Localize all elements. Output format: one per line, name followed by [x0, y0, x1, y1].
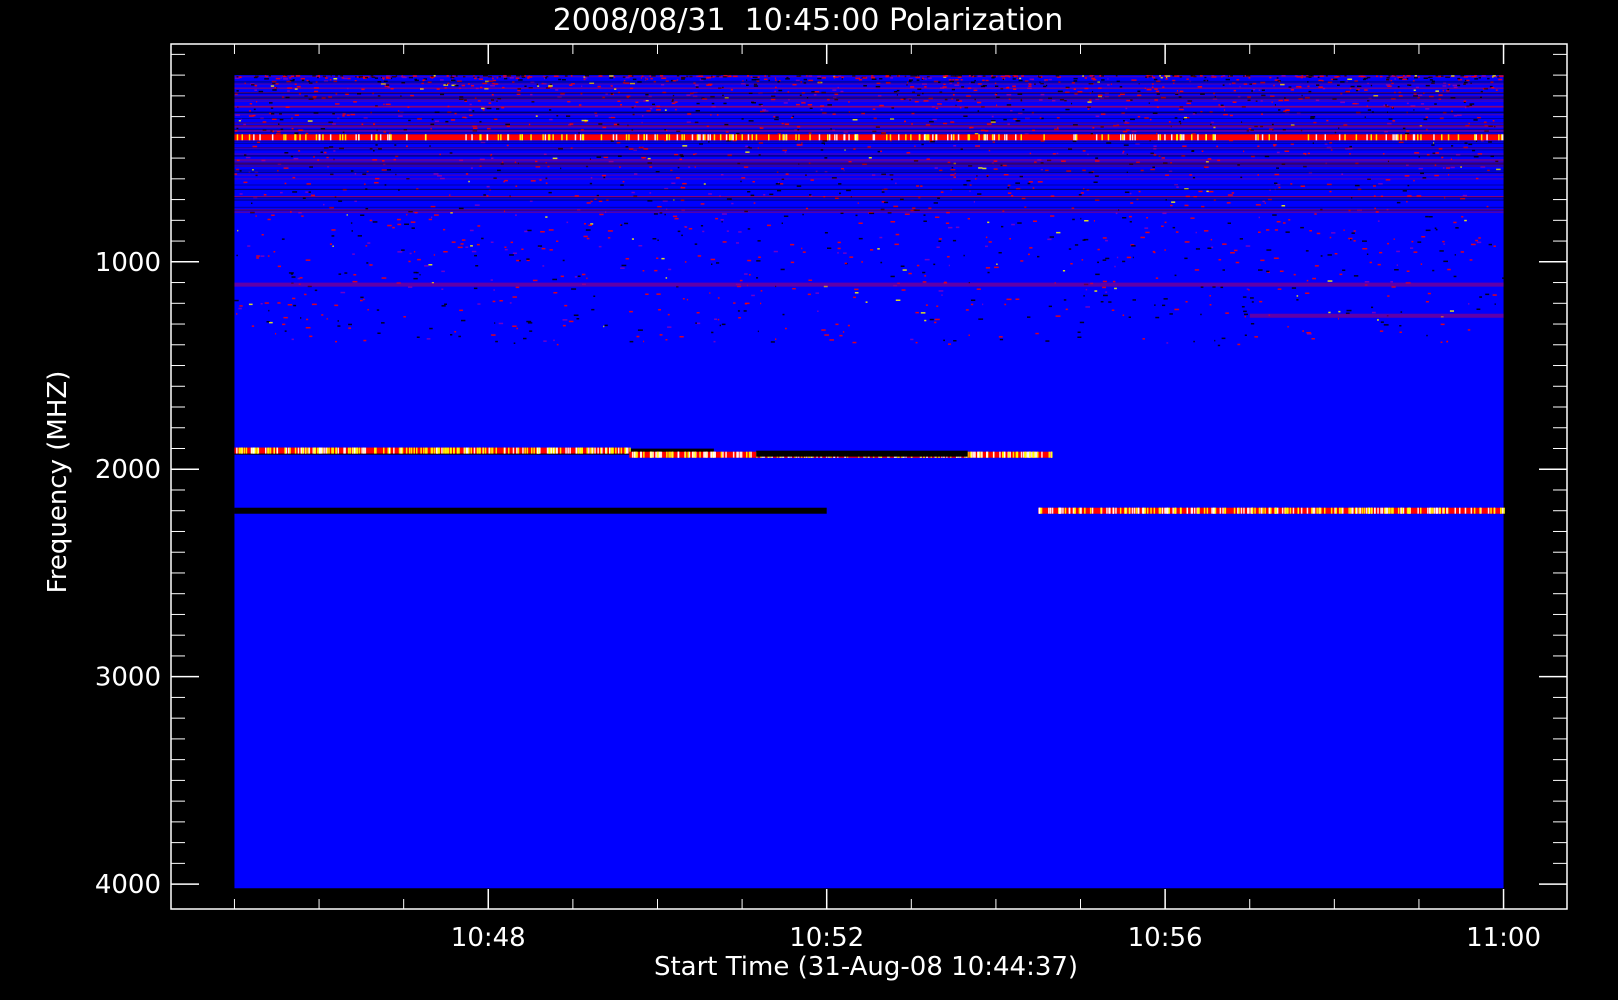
x-tick-label-1048: 10:48 [451, 923, 526, 953]
feature-bright-7 [1038, 507, 1505, 514]
chart-title: 2008/08/31 10:45:00 Polarization [553, 3, 1064, 38]
y-axis-label: Frequency (MHZ) [43, 371, 73, 594]
y-tick-label-3000: 3000 [95, 663, 161, 693]
feature-dark-5 [756, 450, 968, 457]
feature-faint-9 [234, 282, 1504, 287]
x-tick-label-1056: 10:56 [1128, 923, 1203, 953]
x-axis-label: Start Time (31-Aug-08 10:44:37) [654, 952, 1078, 982]
spectrogram-heatmap [234, 75, 1506, 889]
feature-dark-6 [234, 507, 827, 514]
x-tick-label-1100: 11:00 [1466, 923, 1541, 953]
feature-faint-8 [1249, 313, 1504, 318]
y-tick-label-1000: 1000 [95, 248, 161, 278]
feature-bright-3 [234, 447, 631, 454]
x-tick-label-1052: 10:52 [789, 923, 864, 953]
spectrogram-chart: 2008/08/31 10:45:00 Polarization 1000 200… [43, 3, 1568, 982]
y-tick-label-4000: 4000 [95, 870, 161, 900]
feature-bright-1 [234, 134, 1504, 141]
y-tick-label-2000: 2000 [95, 455, 161, 485]
